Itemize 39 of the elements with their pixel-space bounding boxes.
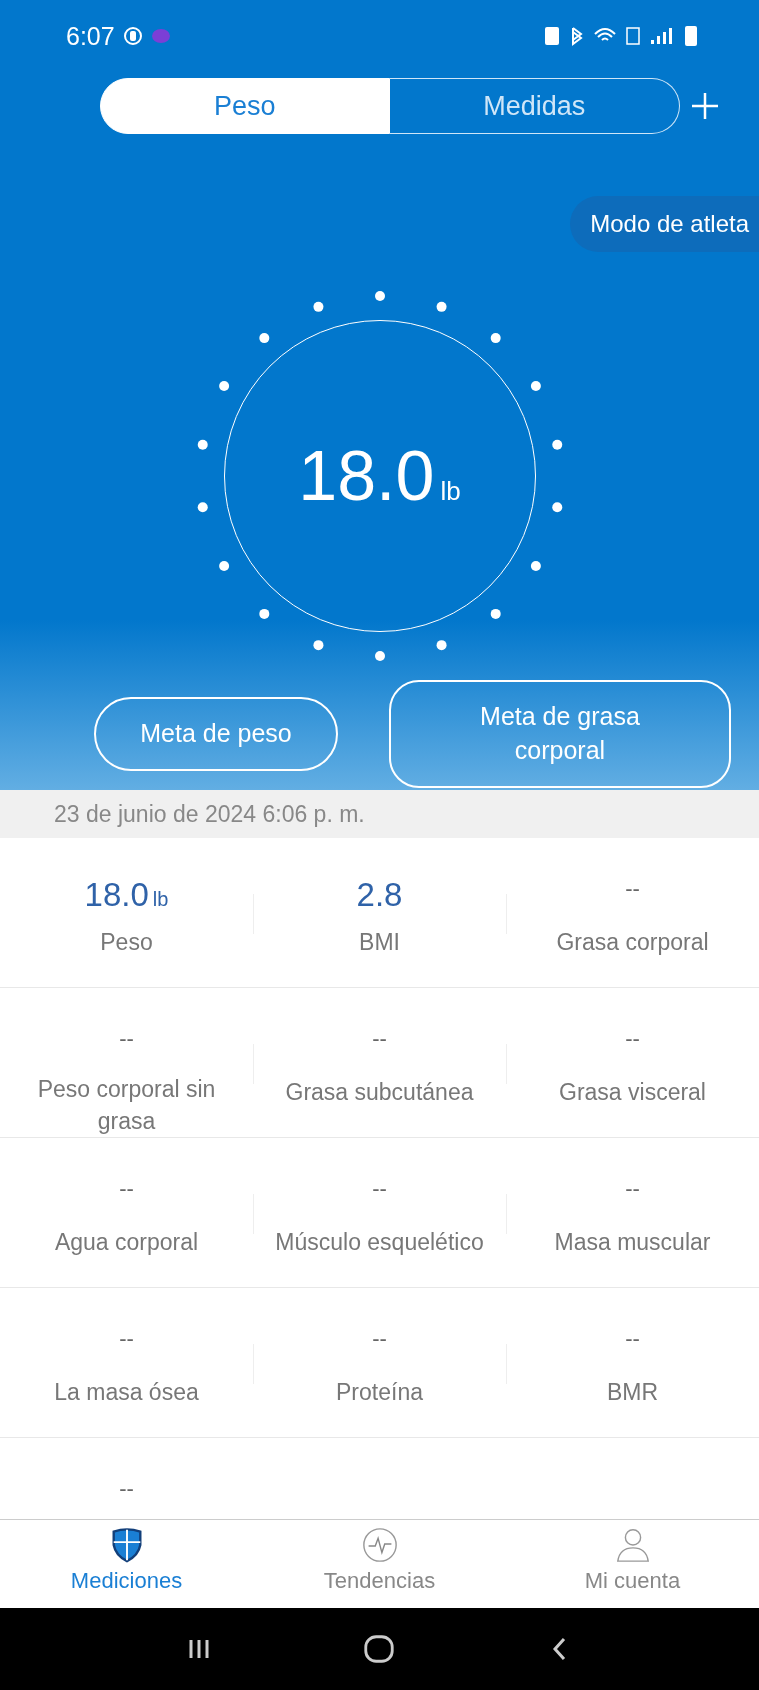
- metric-value: --: [119, 1026, 134, 1053]
- weight-value: 18.0 lb: [298, 436, 461, 516]
- nav-tab[interactable]: Tendencias: [253, 1520, 506, 1608]
- metric-value: 2.8: [356, 876, 403, 914]
- metric-label: BMR: [605, 1378, 660, 1407]
- metric-label: BMI: [358, 928, 401, 957]
- add-button[interactable]: [689, 91, 720, 121]
- measurement-date: 23 de junio de 2024 6:06 p. m.: [0, 790, 759, 838]
- status-time: 6:07: [66, 21, 115, 51]
- nav-tab[interactable]: Mi cuenta: [506, 1520, 759, 1608]
- nav-tab[interactable]: Mediciones: [0, 1520, 253, 1608]
- metric-label: Grasa subcutánea: [284, 1078, 475, 1107]
- metric-label: Proteína: [335, 1378, 424, 1407]
- notification-icon: [150, 28, 171, 44]
- home-icon: [362, 1632, 397, 1666]
- goal-button[interactable]: Meta de grasa corporal: [389, 680, 731, 788]
- metric-label: Peso: [99, 928, 154, 957]
- metric-value: --: [119, 1176, 134, 1203]
- metric-value: --: [625, 1176, 640, 1203]
- metric-value: --: [119, 1476, 134, 1503]
- goal-button[interactable]: Meta de peso: [94, 697, 338, 771]
- athlete-mode-button[interactable]: Modo de atleta: [570, 196, 759, 252]
- metric-label: Peso corporal sin grasa: [36, 1074, 217, 1136]
- metric-value: --: [625, 1326, 640, 1353]
- metric-value: 18.0 lb: [84, 876, 169, 914]
- metric-label: Grasa visceral: [558, 1078, 707, 1107]
- metric-label: Grasa corporal: [555, 928, 710, 957]
- metric-value: --: [625, 1026, 640, 1053]
- metric-value: --: [625, 876, 640, 903]
- metric-value: --: [119, 1326, 134, 1353]
- metric-label: Agua corporal: [53, 1228, 200, 1257]
- metric-value: --: [372, 1326, 387, 1353]
- metric-label: La masa ósea: [53, 1378, 200, 1407]
- metric-value: --: [372, 1026, 387, 1053]
- metric-label: Músculo esquelético: [274, 1228, 485, 1257]
- metric-value: --: [372, 1176, 387, 1203]
- metric-label: Masa muscular: [553, 1228, 712, 1257]
- heartbeat-icon: [360, 1526, 399, 1564]
- tab[interactable]: Peso: [99, 78, 390, 134]
